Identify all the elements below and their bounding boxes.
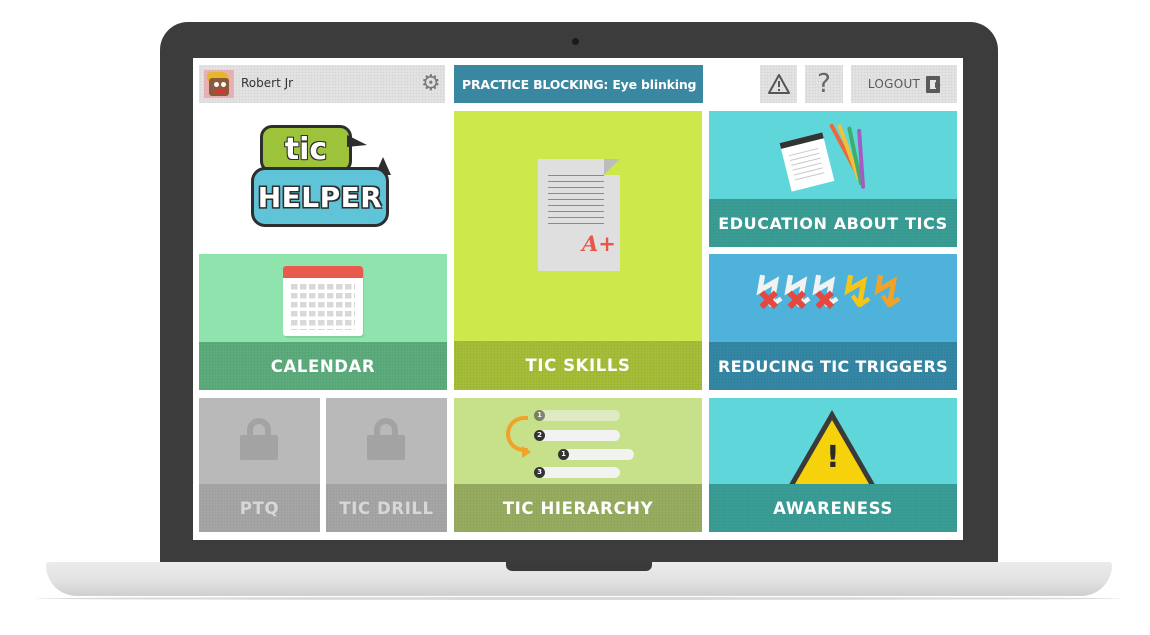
- warning-icon: [767, 74, 790, 94]
- tile-ptq-label: PTQ: [199, 484, 320, 532]
- logo-tic-bubble: tic: [260, 125, 352, 173]
- x-mark-icon: ✖: [757, 284, 781, 317]
- alert-button[interactable]: [760, 65, 797, 103]
- tile-awareness[interactable]: ! AWARENESS: [709, 398, 957, 532]
- laptop-shadow: [36, 597, 1122, 600]
- practice-blocking-banner[interactable]: PRACTICE BLOCKING: Eye blinking: [454, 65, 703, 103]
- webcam: [572, 38, 579, 45]
- x-mark-icon: ✖: [813, 284, 837, 317]
- tile-reducing-label: REDUCING TIC TRIGGERS: [709, 342, 957, 390]
- lock-icon: [367, 418, 405, 460]
- logout-label: LOGOUT: [867, 77, 921, 91]
- tile-education-label: EDUCATION ABOUT TICS: [709, 199, 957, 247]
- tile-education-about-tics[interactable]: EDUCATION ABOUT TICS: [709, 111, 957, 247]
- calendar-icon: [283, 266, 363, 336]
- tile-awareness-label: AWARENESS: [709, 484, 957, 532]
- tile-hierarchy-label: TIC HIERARCHY: [454, 484, 702, 532]
- hierarchy-item: [538, 467, 620, 478]
- logout-button[interactable]: LOGOUT: [851, 65, 957, 103]
- graded-paper-icon: A+: [538, 159, 620, 271]
- help-button[interactable]: ?: [805, 65, 843, 103]
- app-screen: Robert Jr ⚙ PRACTICE BLOCKING: Eye blink…: [193, 58, 963, 540]
- grade-mark: A+: [582, 231, 616, 256]
- hierarchy-number: 1: [558, 449, 569, 460]
- hierarchy-number: 2: [534, 430, 545, 441]
- hierarchy-item: [538, 410, 620, 421]
- hierarchy-item: [538, 430, 620, 441]
- gear-icon[interactable]: ⚙: [421, 72, 441, 96]
- tic-helper-logo: tic HELPER: [199, 111, 446, 247]
- laptop-notch: [506, 562, 652, 571]
- tile-tic-drill-locked[interactable]: TIC DRILL: [326, 398, 447, 532]
- user-profile-box[interactable]: Robert Jr ⚙: [199, 65, 445, 103]
- question-icon: ?: [817, 69, 831, 99]
- x-mark-icon: ✖: [785, 284, 809, 317]
- tile-calendar-label: CALENDAR: [199, 342, 447, 390]
- tile-tic-skills[interactable]: A+ TIC SKILLS: [454, 111, 702, 390]
- tile-reducing-tic-triggers[interactable]: ↯ ↯ ↯ ↯ ↯ ✖ ✖ ✖ REDUCING TIC TRIGGERS: [709, 254, 957, 390]
- tile-calendar[interactable]: CALENDAR: [199, 254, 447, 390]
- door-exit-icon: [926, 75, 942, 93]
- tile-tic-hierarchy[interactable]: 1 2 1 3 TIC HIERARCHY: [454, 398, 702, 532]
- tile-tic-drill-label: TIC DRILL: [326, 484, 447, 532]
- lightning-icon: ↯: [869, 267, 906, 318]
- user-name: Robert Jr: [241, 76, 294, 90]
- hierarchy-number: 3: [534, 467, 545, 478]
- notebook-icon: [779, 132, 835, 192]
- tile-ptq-locked[interactable]: PTQ: [199, 398, 320, 532]
- avatar[interactable]: [204, 70, 234, 98]
- lock-icon: [240, 418, 278, 460]
- hierarchy-item: [562, 449, 634, 460]
- hierarchy-number: 1: [534, 410, 545, 421]
- tile-tic-skills-label: TIC SKILLS: [454, 341, 702, 390]
- logo-helper-bubble: HELPER: [251, 167, 389, 227]
